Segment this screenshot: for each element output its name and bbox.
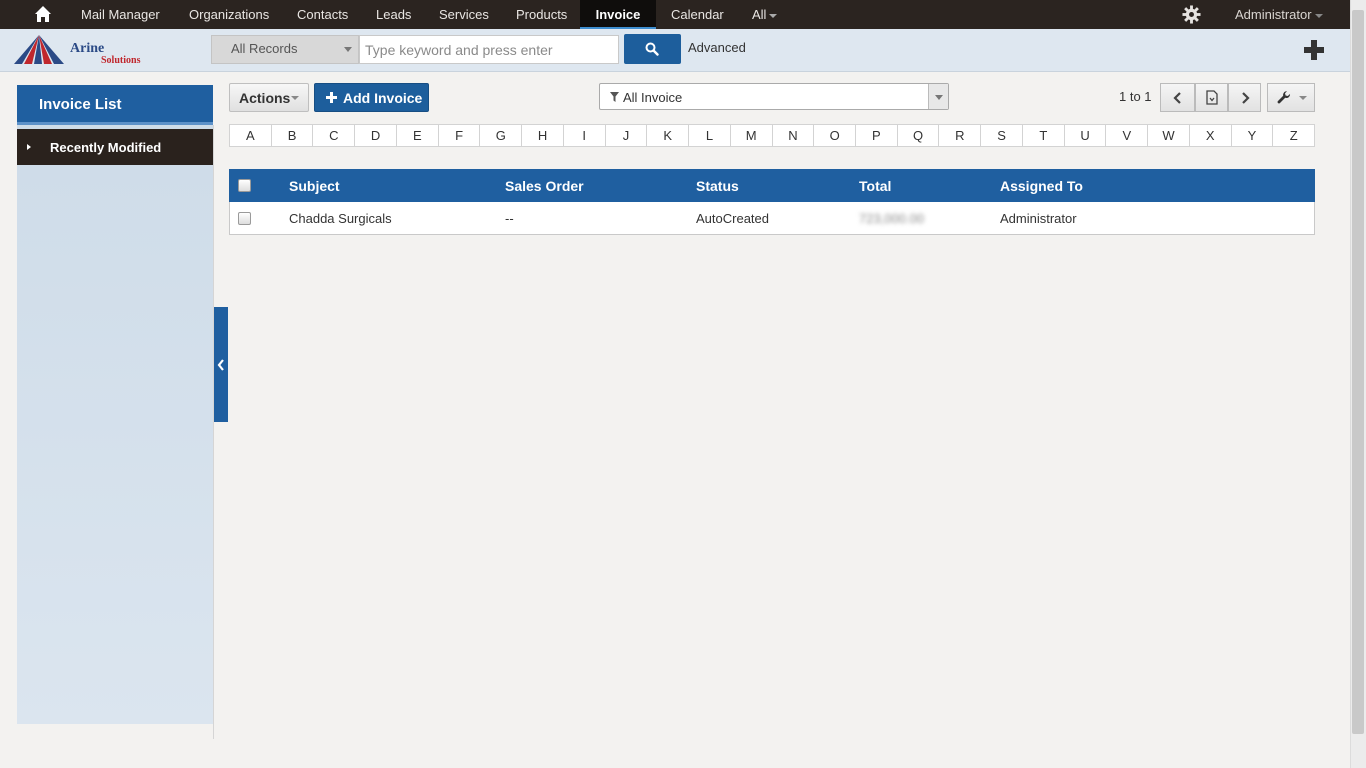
home-icon[interactable] — [34, 4, 52, 24]
list-settings-button[interactable] — [1267, 83, 1315, 112]
logo-subtext: Solutions — [101, 55, 141, 66]
quick-create-plus-icon[interactable] — [1302, 38, 1326, 62]
nav-calendar[interactable]: Calendar — [671, 0, 724, 29]
chevron-right-icon — [1242, 92, 1250, 104]
alphabet-letter-j[interactable]: J — [604, 125, 647, 146]
wrench-icon — [1277, 91, 1291, 104]
select-all-checkbox[interactable] — [238, 179, 251, 192]
alphabet-letter-c[interactable]: C — [312, 125, 354, 146]
plus-icon — [326, 92, 337, 103]
alphabet-letter-v[interactable]: V — [1105, 125, 1147, 146]
gear-icon[interactable] — [1182, 5, 1201, 24]
alphabet-letter-g[interactable]: G — [479, 125, 521, 146]
alphabet-letter-t[interactable]: T — [1021, 125, 1064, 146]
nav-contacts[interactable]: Contacts — [297, 0, 348, 29]
chevron-down-icon — [1314, 13, 1323, 18]
actions-label: Actions — [239, 90, 291, 106]
alphabet-letter-m[interactable]: M — [729, 125, 772, 146]
alphabet-letter-w[interactable]: W — [1147, 125, 1189, 146]
alphabet-letter-i[interactable]: I — [562, 125, 605, 146]
user-menu[interactable]: Administrator — [1235, 0, 1323, 29]
next-page-button[interactable] — [1228, 83, 1261, 112]
nav-services[interactable]: Services — [439, 0, 489, 29]
alphabet-letter-p[interactable]: P — [855, 125, 897, 146]
column-header-assigned-to[interactable]: Assigned To — [1000, 178, 1083, 194]
chevron-down-icon — [769, 13, 778, 18]
document-icon — [1206, 90, 1218, 105]
add-invoice-button[interactable]: Add Invoice — [314, 83, 429, 112]
search-scope-select[interactable]: All Records — [211, 35, 359, 64]
alphabet-letter-h[interactable]: H — [521, 125, 563, 146]
cell-total: 723,000.00 — [859, 211, 925, 226]
nav-all-label: All — [752, 7, 767, 22]
cell-sales-order: -- — [505, 211, 514, 226]
alphabet-letter-b[interactable]: B — [270, 125, 313, 146]
alphabet-filter: ABCDEFGHIJKLMNOPQRSTUVWXYZ — [229, 124, 1315, 147]
chevron-down-icon — [935, 95, 943, 100]
filter-icon — [610, 92, 619, 102]
filter-dropdown-toggle[interactable] — [928, 84, 948, 109]
alphabet-letter-s[interactable]: S — [980, 125, 1022, 146]
add-invoice-label: Add Invoice — [343, 90, 423, 106]
logo-text: Arine — [70, 41, 105, 56]
alphabet-letter-a[interactable]: A — [230, 125, 271, 146]
sidebar-item-label: Recently Modified — [50, 140, 162, 155]
sidebar-collapse-toggle[interactable] — [214, 307, 228, 422]
alphabet-letter-n[interactable]: N — [771, 125, 814, 146]
alphabet-letter-z[interactable]: Z — [1272, 125, 1314, 146]
alphabet-letter-r[interactable]: R — [938, 125, 980, 146]
company-logo-icon — [14, 35, 64, 64]
list-filter-select[interactable]: All Invoice — [599, 83, 949, 110]
nav-leads[interactable]: Leads — [376, 0, 411, 29]
alphabet-letter-q[interactable]: Q — [896, 125, 939, 146]
scrollbar-thumb[interactable] — [1352, 10, 1364, 734]
column-header-total[interactable]: Total — [859, 178, 891, 194]
top-navigation-bar: Mail Manager Organizations Contacts Lead… — [0, 0, 1350, 29]
table-header — [229, 169, 1315, 202]
previous-page-button[interactable] — [1160, 83, 1195, 112]
row-select-checkbox[interactable] — [238, 212, 251, 225]
chevron-down-icon — [344, 47, 352, 52]
search-input[interactable]: Type keyword and press enter — [359, 35, 619, 64]
alphabet-letter-f[interactable]: F — [437, 125, 480, 146]
alphabet-letter-u[interactable]: U — [1063, 125, 1106, 146]
alphabet-letter-y[interactable]: Y — [1230, 125, 1273, 146]
caret-right-icon — [27, 144, 31, 150]
alphabet-letter-o[interactable]: O — [813, 125, 855, 146]
cell-assigned-to: Administrator — [1000, 211, 1077, 226]
alphabet-letter-l[interactable]: L — [688, 125, 730, 146]
chevron-left-icon — [217, 359, 224, 371]
alphabet-letter-k[interactable]: K — [646, 125, 688, 146]
actions-button[interactable]: Actions — [229, 83, 309, 112]
search-button[interactable] — [624, 34, 681, 64]
sidebar-title: Invoice List — [17, 85, 213, 125]
column-header-sales-order[interactable]: Sales Order — [505, 178, 584, 194]
alphabet-letter-x[interactable]: X — [1188, 125, 1231, 146]
nav-all-menu[interactable]: All — [752, 0, 778, 29]
nav-products[interactable]: Products — [516, 0, 567, 29]
cell-status: AutoCreated — [696, 211, 769, 226]
chevron-down-icon — [291, 96, 299, 100]
nav-mail-manager[interactable]: Mail Manager — [81, 0, 160, 29]
pagination-info: 1 to 1 — [1119, 89, 1152, 104]
sidebar-divider — [213, 125, 214, 739]
search-scope-value: All Records — [231, 41, 298, 56]
alphabet-letter-d[interactable]: D — [354, 125, 396, 146]
sidebar-item-recently-modified[interactable]: Recently Modified — [17, 129, 213, 165]
page-jump-button[interactable] — [1195, 83, 1228, 112]
user-name: Administrator — [1235, 7, 1312, 22]
chevron-down-icon — [1299, 96, 1307, 100]
chevron-left-icon — [1173, 92, 1181, 104]
cell-subject[interactable]: Chadda Surgicals — [289, 211, 392, 226]
search-icon — [645, 42, 659, 56]
alphabet-letter-e[interactable]: E — [395, 125, 438, 146]
sidebar — [17, 85, 213, 724]
nav-invoice[interactable]: Invoice — [580, 0, 656, 29]
nav-organizations[interactable]: Organizations — [189, 0, 269, 29]
advanced-search-link[interactable]: Advanced — [688, 40, 746, 55]
column-header-status[interactable]: Status — [696, 178, 739, 194]
column-header-subject[interactable]: Subject — [289, 178, 340, 194]
filter-value: All Invoice — [623, 90, 683, 105]
